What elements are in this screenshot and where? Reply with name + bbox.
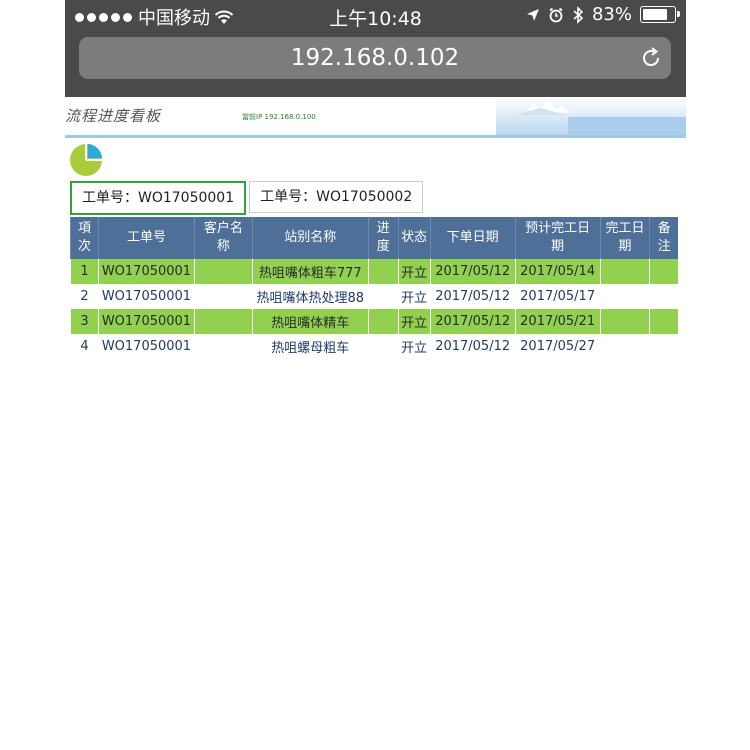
col-header-done-date: 完工日期 [599,217,650,259]
cell-customer [193,284,253,309]
cell-seq: 4 [70,334,99,359]
cell-station: 热咀嘴体热处理88 [251,284,369,309]
pie-chart-icon [70,144,102,176]
cell-done-date [599,259,650,284]
battery-percent: 83% [591,4,632,25]
table-row: 2 WO17050001 热咀嘴体热处理88 开立 2017/05/12 201… [70,284,678,309]
current-ip-label: 當前IP 192.168.0.100 [242,113,316,121]
cell-work-order: WO17050001 [97,334,195,359]
col-header-order-date: 下单日期 [429,217,516,259]
cell-customer [193,309,253,334]
cell-seq: 3 [70,309,99,334]
tab-work-order-1[interactable]: 工单号：WO17050001 [70,181,247,215]
cell-station: 热咀嘴体粗车777 [251,259,369,284]
cell-done-date [599,334,650,359]
cell-work-order: WO17050001 [97,284,195,309]
page-title: 流程进度看板 [65,107,162,125]
col-header-planned-date: 预计完工日期 [514,217,601,259]
col-header-progress: 进度 [367,217,399,259]
status-right: 83% [526,4,680,25]
cell-seq: 1 [70,259,99,284]
header-divider [65,135,686,138]
bluetooth-icon [573,5,584,24]
status-bar: 中国移动 上午10:48 83% [65,0,686,32]
cell-order-date: 2017/05/12 [429,259,516,284]
cell-progress [367,309,399,334]
browser-chrome: 中国移动 上午10:48 83% 192.168.0.102 [65,0,686,97]
cell-planned-date: 2017/05/14 [514,259,601,284]
cell-status: 开立 [397,284,431,309]
table-row: 1 WO17050001 热咀嘴体粗车777 开立 2017/05/12 201… [70,259,678,284]
header-banner-image [496,97,686,135]
page-header: 流程进度看板 當前IP 192.168.0.100 [65,97,686,138]
cell-note [649,284,678,309]
location-arrow-icon [526,8,539,21]
tab-work-order-2[interactable]: 工单号：WO17050002 [249,181,424,213]
col-header-seq: 項次 [70,217,99,259]
cell-note [649,309,678,334]
cell-note [649,259,678,284]
cell-customer [193,334,253,359]
table-row: 3 WO17050001 热咀嘴体精车 开立 2017/05/12 2017/0… [70,309,678,334]
cell-status: 开立 [397,309,431,334]
reload-icon[interactable] [639,46,663,70]
address-url: 192.168.0.102 [290,45,460,71]
cell-done-date [599,309,650,334]
col-header-note: 备注 [649,217,678,259]
table-header-row: 項次 工单号 客户名称 站别名称 进度 状态 下单日期 预计完工日期 完工日期 … [70,217,678,259]
col-header-status: 状态 [397,217,431,259]
cell-order-date: 2017/05/12 [429,284,516,309]
cell-planned-date: 2017/05/21 [514,309,601,334]
cell-seq: 2 [70,284,99,309]
cell-order-date: 2017/05/12 [429,334,516,359]
work-order-tabs: 工单号：WO17050001 工单号：WO17050002 [70,181,424,215]
cell-customer [193,259,253,284]
cell-progress [367,259,399,284]
col-header-work-order: 工单号 [97,217,195,259]
progress-table: 項次 工单号 客户名称 站别名称 进度 状态 下单日期 预计完工日期 完工日期 … [70,217,678,359]
cell-status: 开立 [397,259,431,284]
cell-progress [367,334,399,359]
cell-done-date [599,284,650,309]
cell-progress [367,284,399,309]
cell-station: 热咀嘴体精车 [251,309,369,334]
phone-screen: 中国移动 上午10:48 83% 192.168.0.102 流程进度看板 當前… [65,0,686,750]
cell-planned-date: 2017/05/27 [514,334,601,359]
table-row: 4 WO17050001 热咀螺母粗车 开立 2017/05/12 2017/0… [70,334,678,359]
col-header-customer: 客户名称 [193,217,253,259]
cell-status: 开立 [397,334,431,359]
cell-order-date: 2017/05/12 [429,309,516,334]
cell-work-order: WO17050001 [97,259,195,284]
cell-planned-date: 2017/05/17 [514,284,601,309]
cell-station: 热咀螺母粗车 [251,334,369,359]
col-header-station: 站别名称 [251,217,369,259]
cell-note [649,334,678,359]
cell-work-order: WO17050001 [97,309,195,334]
alarm-clock-icon [549,7,563,22]
address-bar[interactable]: 192.168.0.102 [79,37,671,79]
battery-icon [640,6,680,23]
